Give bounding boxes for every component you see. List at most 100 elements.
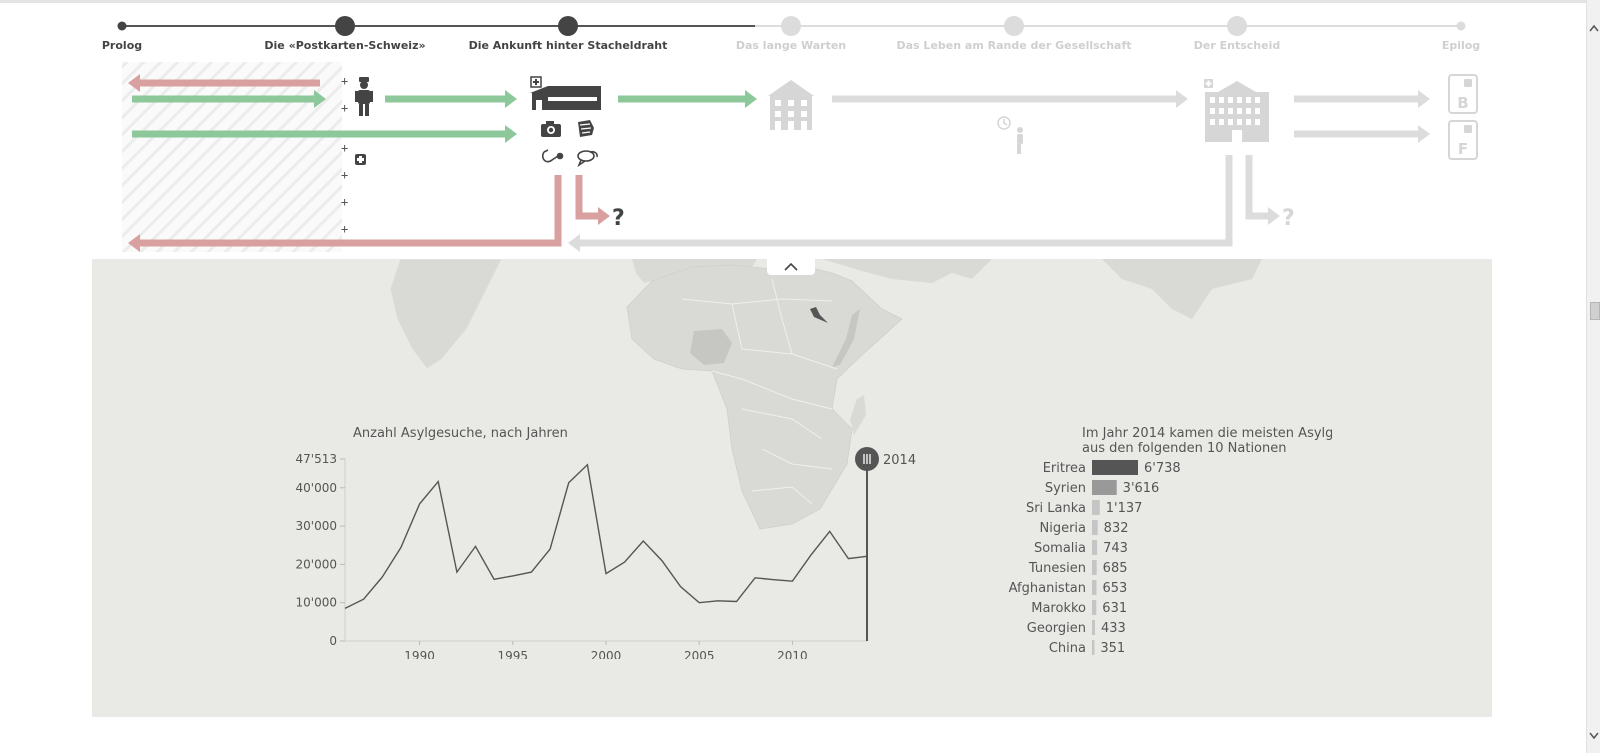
bar-chart-title-line1: Im Jahr 2014 kamen die meisten Asylgesuc…: [1082, 426, 1332, 441]
question-mark-active: ?: [612, 206, 625, 231]
permit-f-label: F: [1458, 140, 1468, 158]
unknown-fate-arrow-head: [598, 207, 610, 225]
step-label-epilog[interactable]: Epilog: [1442, 39, 1480, 52]
y-tick-label: 20'000: [296, 557, 337, 571]
question-mark-inactive: ?: [1282, 206, 1295, 231]
x-tick-label: 1995: [498, 649, 529, 659]
scroll-down-arrow-icon[interactable]: [1587, 728, 1600, 744]
bar-value-label: 351: [1100, 641, 1125, 656]
step-node-warten[interactable]: [781, 16, 801, 36]
step-label-prolog[interactable]: Prolog: [102, 39, 142, 52]
step-label-leben[interactable]: Das Leben am Rande der Gesellschaft: [897, 39, 1132, 52]
y-tick-label: 0: [329, 634, 337, 648]
scroll-thumb[interactable]: [1590, 302, 1600, 320]
bar[interactable]: [1092, 580, 1097, 595]
asylum-line-chart: Anzahl Asylgesuche, nach Jahren 0 10'000 2…: [296, 426, 917, 659]
bar-category-label: Nigeria: [1039, 521, 1086, 536]
origin-area-hatched: [122, 62, 342, 252]
step-node-prolog[interactable]: [117, 21, 127, 31]
page-scrollbar[interactable]: [1586, 0, 1600, 753]
scroll-up-arrow-icon[interactable]: [1587, 20, 1600, 36]
step-label-entscheid[interactable]: Der Entscheid: [1194, 39, 1280, 52]
step-label-ankunft[interactable]: Die Ankunft hinter Stacheldraht: [469, 39, 668, 52]
permit-b-card: B: [1448, 74, 1478, 114]
fingerprint-icon: [578, 120, 594, 137]
collapse-chevron-icon: [784, 262, 798, 271]
unknown-fate-arrow: [575, 175, 600, 220]
bar[interactable]: [1092, 480, 1117, 495]
bar-category-label: Eritrea: [1043, 461, 1086, 476]
step-node-leben[interactable]: [1004, 16, 1024, 36]
x-tick-label: 2005: [684, 649, 715, 659]
bar[interactable]: [1092, 500, 1100, 515]
police-officer-icon: [355, 77, 373, 116]
entry-arrow-3-head: [745, 90, 757, 108]
x-tick-label: 2010: [777, 649, 808, 659]
bar[interactable]: [1092, 600, 1097, 615]
rejection-unknown-arrow: [1245, 155, 1270, 220]
bar-value-label: 1'137: [1106, 501, 1143, 516]
bar-category-label: Sri Lanka: [1026, 501, 1086, 516]
bar-value-label: 433: [1101, 621, 1126, 636]
bar-value-label: 653: [1102, 581, 1127, 596]
waiting-arrow-head: [1176, 90, 1188, 108]
clock-icon: [997, 116, 1011, 130]
bar[interactable]: [1092, 520, 1098, 535]
y-tick-label: 47'513: [296, 452, 337, 466]
entry-arrow-2-head: [505, 90, 517, 108]
waiting-person-icon: [1017, 127, 1023, 154]
rejection-arrow-head: [568, 234, 580, 252]
asia-land: [1102, 259, 1262, 319]
apartment-building-icon: [768, 80, 814, 130]
permit-b-label: B: [1457, 94, 1468, 112]
step-node-ankunft[interactable]: [558, 16, 578, 36]
bar-category-label: Georgien: [1027, 621, 1086, 636]
collapse-button[interactable]: [767, 258, 815, 275]
speech-bubble-icon: [577, 150, 598, 168]
year-slider[interactable]: 2014: [855, 447, 916, 641]
bar-value-label: 832: [1104, 521, 1129, 536]
permit-f-arrow-head: [1418, 125, 1430, 143]
step-label-postkarten[interactable]: Die «Postkarten-Schweiz»: [264, 39, 425, 52]
y-tick-label: 10'000: [296, 596, 337, 610]
plus-marker: +: [341, 195, 349, 209]
top-nations-bar-chart: Im Jahr 2014 kamen die meisten Asylgesuc…: [1009, 426, 1332, 656]
bar[interactable]: [1092, 620, 1095, 635]
y-axis: 0 10'000 20'000 30'000 40'000 47'513: [296, 452, 346, 648]
step-node-postkarten[interactable]: [335, 16, 355, 36]
bar-category-label: China: [1049, 641, 1086, 656]
bar-category-label: Afghanistan: [1009, 581, 1086, 596]
asylum-series-line: [344, 463, 868, 610]
bar[interactable]: [1092, 540, 1098, 555]
bar-value-label: 3'616: [1123, 481, 1160, 496]
selected-year-label: 2014: [883, 453, 916, 468]
step-label-warten[interactable]: Das lange Warten: [736, 39, 846, 52]
south-america-land: [389, 259, 503, 370]
x-tick-label: 2000: [591, 649, 622, 659]
bar[interactable]: [1092, 460, 1138, 475]
bar-category-label: Somalia: [1034, 541, 1086, 556]
bar[interactable]: [1092, 640, 1095, 655]
bar-chart-title-line2: aus den folgenden 10 Nationen: [1082, 441, 1287, 456]
plus-marker: +: [341, 101, 349, 115]
rejection-arrow: [578, 155, 1233, 247]
bar-category-label: Syrien: [1045, 481, 1086, 496]
camera-icon: [541, 121, 561, 137]
bar-value-label: 6'738: [1144, 461, 1181, 476]
entry-arrow-direct-head: [505, 125, 517, 143]
plus-marker: +: [341, 141, 349, 155]
plus-marker: +: [341, 222, 349, 236]
bar[interactable]: [1092, 560, 1097, 575]
plus-marker: +: [341, 74, 349, 88]
reception-center-icon: [530, 76, 601, 110]
step-node-entscheid[interactable]: [1227, 16, 1247, 36]
x-tick-label: 1990: [404, 649, 435, 659]
permit-b-arrow-head: [1418, 90, 1430, 108]
step-node-epilog[interactable]: [1456, 21, 1466, 31]
map-section: Anzahl Asylgesuche, nach Jahren 0 10'000 2…: [92, 259, 1492, 717]
bars-group: Eritrea 6'738 Syrien 3'616 Sri Lanka 1'137 Nig…: [1009, 460, 1181, 656]
x-axis: 1990 1995 2000 2005 2010: [345, 640, 867, 659]
y-tick-label: 40'000: [296, 481, 337, 495]
bar-category-label: Tunesien: [1028, 561, 1086, 576]
permit-f-card: F: [1448, 120, 1478, 160]
